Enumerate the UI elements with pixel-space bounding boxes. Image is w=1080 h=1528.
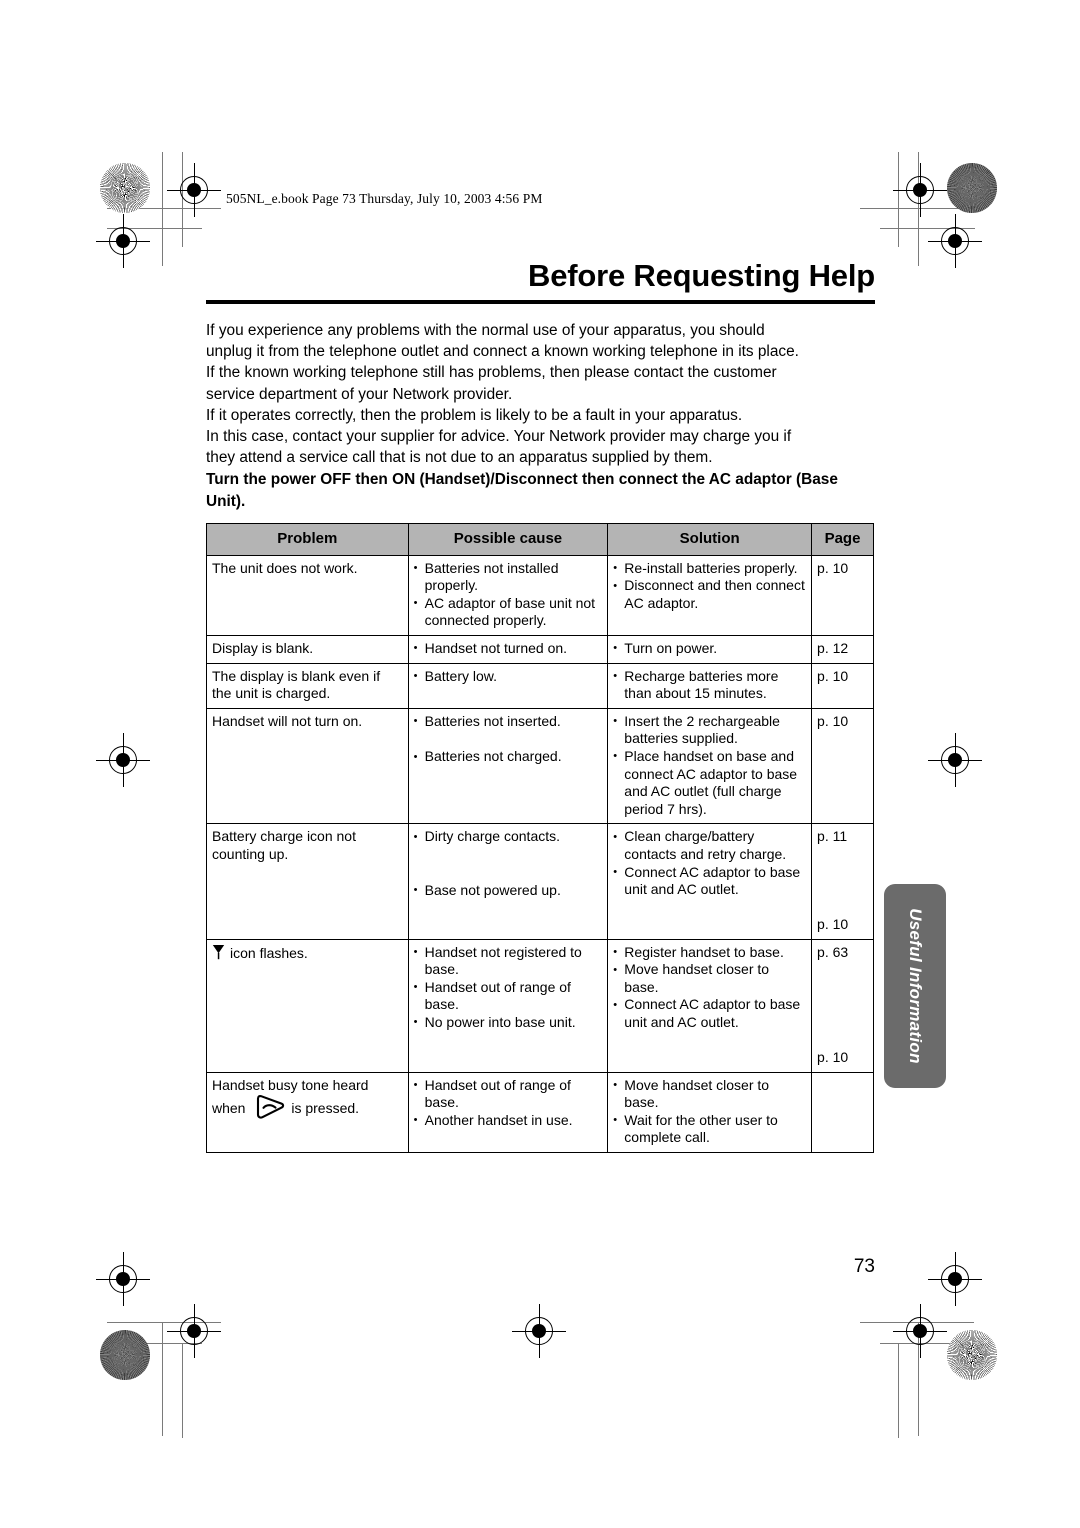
page-number: 73 — [853, 1256, 875, 1277]
solution-item: Insert the 2 rechargeable batteries supp… — [613, 712, 806, 748]
page-ref: p. 63 — [817, 943, 849, 960]
page-ref: p. 10 — [817, 712, 849, 729]
table-row: Display is blank. Handset not turned on.… — [206, 634, 874, 664]
cell-problem: icon flashes. — [206, 938, 409, 1073]
page-ref: p. 12 — [817, 639, 849, 656]
intro-line: If you experience any problems with the … — [206, 322, 765, 339]
cell-problem: The display is blank even if the unit is… — [206, 662, 409, 709]
table-row: icon flashes. Handset not registered to … — [206, 938, 874, 1073]
solution-item: Move handset closer to base. — [613, 1076, 806, 1112]
cause-item: Handset not turned on. — [414, 639, 603, 657]
table-row: Battery charge icon not counting up. Dir… — [206, 823, 874, 940]
cell-cause: Batteries not installed properly. AC ada… — [407, 554, 609, 636]
talk-handset-icon — [254, 1094, 286, 1125]
solution-item: Clean charge/battery contacts and retry … — [613, 828, 806, 863]
solution-item: Turn on power. — [613, 639, 806, 657]
cell-cause: Batteries not inserted. Batteries not ch… — [407, 707, 609, 825]
intro-line: service department of your Network provi… — [206, 385, 513, 403]
table-row: The display is blank even if the unit is… — [206, 662, 874, 709]
troubleshooting-table: Problem Possible cause Solution Page The… — [206, 523, 874, 1154]
cell-problem: The unit does not work. — [206, 554, 409, 636]
page-ref: p. 11 — [817, 828, 848, 845]
solution-item: Wait for the other user to complete call… — [613, 1111, 806, 1147]
title-divider — [206, 300, 875, 304]
page-ref: p. 10 — [817, 915, 849, 932]
cell-page: p. 63 p. 10 — [811, 938, 874, 1073]
solution-item: Connect AC adaptor to base unit and AC o… — [613, 863, 806, 899]
cell-solution: Re-install batteries properly. Disconnec… — [607, 554, 813, 636]
cell-problem: Display is blank. — [206, 634, 409, 664]
page-ref: p. 10 — [817, 1049, 849, 1066]
cell-page: p. 10 — [811, 662, 874, 709]
intro-line: If the known working telephone still has… — [206, 364, 777, 382]
cell-solution: Turn on power. — [607, 634, 813, 664]
cell-cause: Handset out of range of base. Another ha… — [407, 1071, 609, 1154]
cause-item: Dirty charge contacts. — [414, 828, 603, 846]
column-header-solution: Solution — [607, 523, 813, 556]
solution-item: Place handset on base and connect AC ada… — [613, 747, 806, 818]
solution-item: Re-install batteries properly. — [613, 559, 806, 577]
table-header-row: Problem Possible cause Solution Page — [206, 523, 874, 556]
solution-item: Connect AC adaptor to base unit and AC o… — [613, 996, 806, 1031]
cell-solution: Move handset closer to base. Wait for th… — [607, 1071, 813, 1154]
cell-problem-label: icon flashes. — [230, 944, 308, 961]
column-header-cause: Possible cause — [407, 523, 609, 556]
cell-problem: Handset will not turn on. — [206, 707, 409, 825]
section-thumb-tab-label: Useful Information — [906, 908, 925, 1064]
page-ref: p. 10 — [817, 667, 849, 684]
solution-item: Move handset closer to base. — [613, 961, 806, 996]
cell-page: p. 10 — [811, 554, 874, 636]
cause-item: Handset out of range of base. — [414, 1076, 603, 1112]
table-row: Handset will not turn on. Batteries not … — [206, 707, 874, 825]
cell-cause: Handset not registered to base. Handset … — [407, 938, 609, 1073]
table-row: The unit does not work. Batteries not in… — [206, 554, 874, 636]
intro-bold-note: Turn the power OFF then ON (Handset)/Dis… — [206, 471, 838, 510]
column-header-problem: Problem — [206, 523, 409, 556]
column-header-page: Page — [811, 523, 874, 556]
cell-page: p. 11 p. 10 — [811, 823, 874, 940]
file-stamp: 505NL_e.book Page 73 Thursday, July 10, … — [226, 191, 543, 206]
cell-page — [811, 1071, 874, 1154]
cell-problem: Handset busy tone heard when is pressed. — [206, 1071, 409, 1154]
cause-item: Batteries not inserted. — [414, 712, 603, 730]
page-ref: p. 10 — [817, 559, 849, 576]
solution-item: Recharge batteries more than about 15 mi… — [613, 667, 806, 703]
cell-problem: Battery charge icon not counting up. — [206, 823, 409, 940]
intro-line: If it operates correctly, then the probl… — [206, 406, 743, 424]
cause-item: Another handset in use. — [414, 1111, 603, 1129]
cell-solution: Register handset to base. Move handset c… — [607, 938, 813, 1073]
cause-item: Battery low. — [414, 667, 603, 685]
cause-item: Batteries not charged. — [414, 748, 603, 766]
intro-line: unplug it from the telephone outlet and … — [206, 343, 799, 361]
cause-item: Handset out of range of base. — [414, 978, 603, 1014]
cell-cause: Handset not turned on. — [407, 634, 609, 664]
solution-item: Register handset to base. — [613, 943, 806, 961]
table-row: Handset busy tone heard when is pressed.… — [206, 1071, 874, 1154]
intro-line: In this case, contact your supplier for … — [206, 428, 792, 446]
cell-solution: Insert the 2 rechargeable batteries supp… — [607, 707, 813, 825]
document-page: 505NL_e.book Page 73 Thursday, July 10, … — [0, 0, 1080, 1528]
page-title: Before Requesting Help — [528, 258, 875, 293]
cell-page: p. 12 — [811, 634, 874, 664]
cell-page: p. 10 — [811, 707, 874, 825]
cell-solution: Clean charge/battery contacts and retry … — [607, 823, 813, 940]
cell-solution: Recharge batteries more than about 15 mi… — [607, 662, 813, 709]
cell-cause: Battery low. — [407, 662, 609, 709]
cause-item: Handset not registered to base. — [414, 943, 603, 979]
cause-item: No power into base unit. — [414, 1013, 603, 1031]
antenna-icon — [212, 944, 225, 965]
section-thumb-tab: Useful Information — [884, 884, 946, 1088]
intro-text-block: If you experience any problems with the … — [206, 320, 878, 512]
cause-item: Base not powered up. — [414, 881, 603, 899]
cause-item: Batteries not installed properly. — [414, 559, 603, 595]
solution-item: Disconnect and then connect AC adaptor. — [613, 577, 806, 612]
intro-line: they attend a service call that is not d… — [206, 449, 713, 467]
cell-cause: Dirty charge contacts. Base not powered … — [407, 823, 609, 940]
cause-item: AC adaptor of base unit not connected pr… — [414, 594, 603, 630]
cell-problem-suffix: is pressed. — [291, 1100, 360, 1117]
